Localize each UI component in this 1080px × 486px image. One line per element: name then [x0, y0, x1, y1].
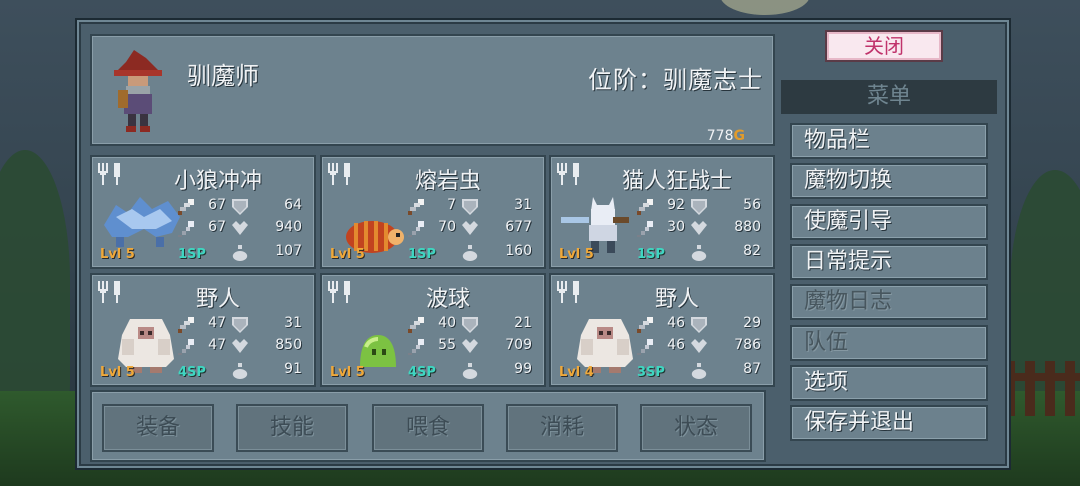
shield-icon	[462, 317, 478, 333]
magic-stat: 46	[667, 337, 685, 353]
skill-points: 4SP	[178, 365, 206, 380]
defense-stat: 31	[514, 197, 532, 213]
menu-item-familiar-guide[interactable]: 使魔引导	[790, 203, 988, 240]
monster-level: Lvl 5	[100, 365, 135, 380]
defense-stat: 29	[743, 315, 761, 331]
potion-icon	[462, 245, 478, 261]
monster-card-slime[interactable]: 波球 40 21 55 709 99 Lvl 5 4SP	[320, 273, 546, 387]
tab-status[interactable]: 状态	[640, 404, 752, 452]
hero-panel: 驯魔师 位阶：驯魔志士 778G	[90, 34, 775, 146]
hp-stat: 677	[505, 219, 532, 235]
magic-stat: 70	[438, 219, 456, 235]
defense-stat: 56	[743, 197, 761, 213]
attack-stat: 92	[667, 197, 685, 213]
background-tree	[0, 150, 70, 410]
gold-amount: 778G	[707, 128, 745, 144]
shield-icon	[462, 199, 478, 215]
monster-name: 波球	[425, 287, 470, 312]
magic-stat: 30	[667, 219, 685, 235]
hp-stat: 940	[275, 219, 302, 235]
monster-card-yeti-2[interactable]: 野人 46 29 46 786 87 Lvl 4 3SP	[549, 273, 775, 387]
monster-level: Lvl 4	[559, 365, 594, 380]
heart-icon	[232, 221, 248, 237]
close-button[interactable]: 关闭	[825, 30, 943, 62]
hero-rank: 位阶：驯魔志士	[588, 66, 763, 94]
attack-stat: 67	[208, 197, 226, 213]
gold-value: 778	[706, 128, 734, 144]
defense-stat: 64	[284, 197, 302, 213]
heart-icon	[462, 221, 478, 237]
shield-icon	[691, 199, 707, 215]
potion-icon	[232, 363, 248, 379]
monster-card-cat-berserker[interactable]: 猫人狂战士 92 56 30 880 82 Lvl 5 1SP	[549, 155, 775, 269]
mana-stat: 160	[505, 243, 532, 259]
gold-icon: G	[733, 128, 746, 144]
skill-points: 4SP	[408, 365, 436, 380]
shield-icon	[232, 317, 248, 333]
menu-item-save-and-exit[interactable]: 保存并退出	[790, 405, 988, 442]
menu-item-party[interactable]: 队伍	[790, 324, 988, 361]
monster-level: Lvl 5	[100, 247, 135, 262]
heart-icon	[691, 221, 707, 237]
mana-stat: 107	[275, 243, 302, 259]
monster-card-wolf-cub[interactable]: 小狼冲冲 67 64 67 940 107 Lvl 5 1SP	[90, 155, 316, 269]
menu-item-inventory[interactable]: 物品栏	[790, 123, 988, 159]
hp-stat: 850	[275, 337, 302, 353]
menu-item-daily-tips[interactable]: 日常提示	[790, 243, 988, 280]
magic-stat: 47	[208, 337, 226, 353]
monster-sprite-wolf	[100, 189, 184, 251]
magic-stat: 55	[438, 337, 456, 353]
hp-stat: 709	[505, 337, 532, 353]
attack-stat: 46	[667, 315, 685, 331]
skill-points: 1SP	[637, 247, 665, 262]
heart-icon	[691, 339, 707, 355]
skill-points: 3SP	[637, 365, 665, 380]
tab-feed[interactable]: 喂食	[372, 404, 484, 452]
mana-stat: 82	[743, 243, 761, 259]
monster-level: Lvl 5	[330, 365, 365, 380]
potion-icon	[691, 363, 707, 379]
menu-title: 菜单	[781, 80, 997, 114]
tab-equipment[interactable]: 装备	[102, 404, 214, 452]
defense-stat: 21	[514, 315, 532, 331]
moon-glow	[720, 0, 810, 15]
monster-level: Lvl 5	[559, 247, 594, 262]
shield-icon	[232, 199, 248, 215]
defense-stat: 31	[284, 315, 302, 331]
monster-name: 熔岩虫	[414, 169, 481, 194]
monster-card-lava-worm[interactable]: 熔岩虫 7 31 70 677 160 Lvl 5 1SP	[320, 155, 546, 269]
monster-card-yeti-1[interactable]: 野人 47 31 47 850 91 Lvl 5 4SP	[90, 273, 316, 387]
magic-stat: 67	[208, 219, 226, 235]
skill-points: 1SP	[178, 247, 206, 262]
potion-icon	[691, 245, 707, 261]
shield-icon	[691, 317, 707, 333]
attack-stat: 47	[208, 315, 226, 331]
mana-stat: 87	[743, 361, 761, 377]
heart-icon	[462, 339, 478, 355]
potion-icon	[462, 363, 478, 379]
hero-name: 驯魔师	[187, 62, 259, 90]
monster-name: 野人	[654, 287, 699, 312]
menu-item-monster-log[interactable]: 魔物日志	[790, 284, 988, 321]
hp-stat: 786	[734, 337, 761, 353]
potion-icon	[232, 245, 248, 261]
mana-stat: 99	[514, 361, 532, 377]
skill-points: 1SP	[408, 247, 436, 262]
monster-level: Lvl 5	[330, 247, 365, 262]
menu-item-options[interactable]: 选项	[790, 364, 988, 401]
mana-stat: 91	[284, 361, 302, 377]
menu-item-monster-switch[interactable]: 魔物切换	[790, 163, 988, 200]
action-tab-bar: 装备 技能 喂食 消耗 状态	[90, 390, 766, 462]
tab-consume[interactable]: 消耗	[506, 404, 618, 452]
hp-stat: 880	[734, 219, 761, 235]
attack-stat: 40	[438, 315, 456, 331]
monster-name: 猫人狂战士	[621, 169, 732, 194]
attack-stat: 7	[447, 197, 456, 213]
tamer-sprite	[114, 50, 162, 132]
tab-skills[interactable]: 技能	[236, 404, 348, 452]
heart-icon	[232, 339, 248, 355]
monster-name: 野人	[195, 287, 240, 312]
